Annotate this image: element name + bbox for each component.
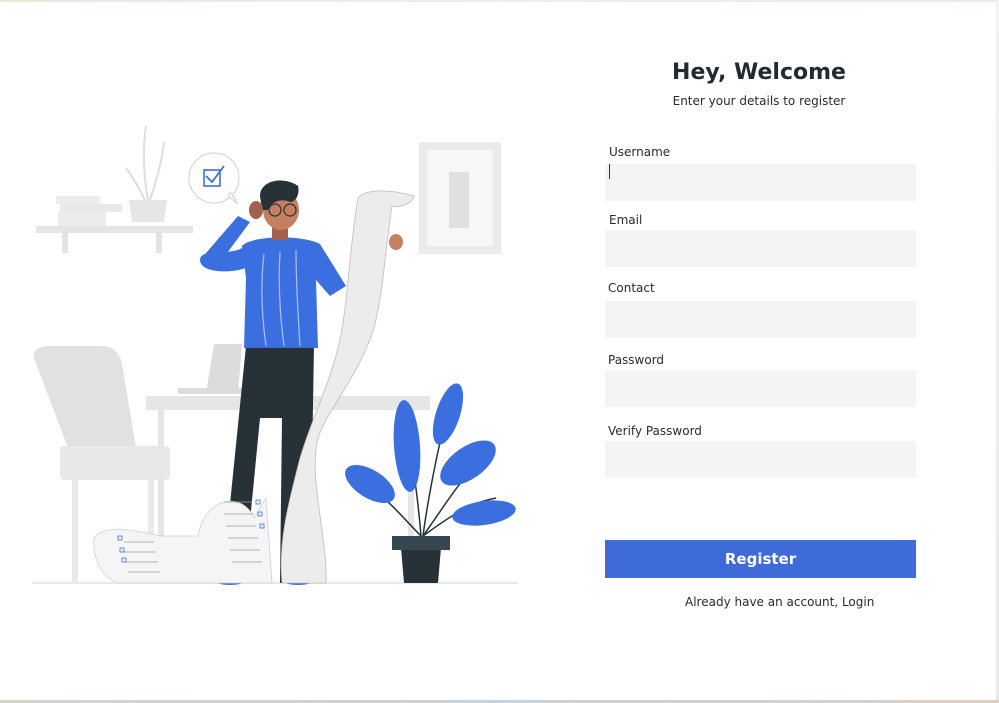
- email-label: Email: [609, 213, 643, 227]
- form-subtitle: Enter your details to register: [672, 94, 846, 108]
- username-input[interactable]: [605, 164, 916, 201]
- login-link[interactable]: Already have an account, Login: [685, 595, 874, 609]
- form-title: Hey, Welcome: [672, 60, 846, 85]
- potted-plant-icon: [345, 383, 516, 583]
- person-reading-list-illustration: [32, 125, 518, 585]
- username-label: Username: [609, 145, 671, 159]
- picture-frame-icon: [419, 142, 501, 254]
- verify-password-input[interactable]: [605, 441, 916, 478]
- contact-label: Contact: [608, 281, 655, 295]
- register-window: Hey, Welcome Enter your details to regis…: [0, 0, 999, 703]
- shelf-icon: [36, 125, 193, 253]
- verify-password-label: Verify Password: [608, 424, 702, 438]
- window-top-border: [0, 0, 999, 2]
- checkbox-thought-bubble-icon: [188, 152, 240, 205]
- contact-input[interactable]: [605, 301, 916, 338]
- password-label: Password: [608, 353, 665, 367]
- password-input[interactable]: [605, 370, 916, 407]
- text-caret: [609, 164, 610, 179]
- register-button[interactable]: Register: [605, 540, 916, 578]
- email-input[interactable]: [605, 230, 916, 267]
